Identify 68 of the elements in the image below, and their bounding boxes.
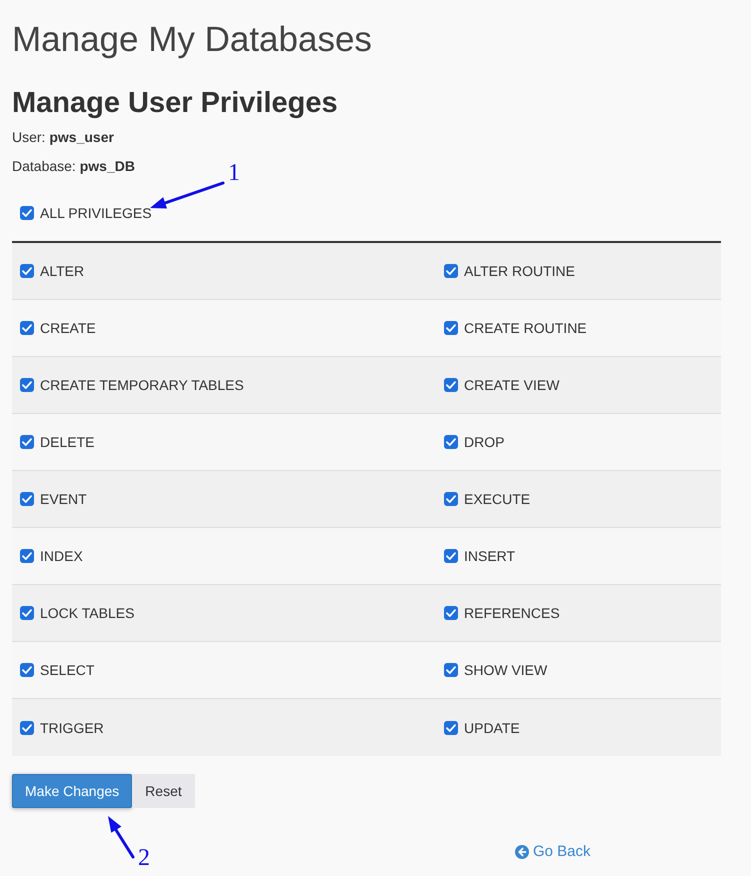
checkbox[interactable] [20, 378, 34, 392]
make-changes-button[interactable]: Make Changes [12, 774, 132, 808]
checkmark-icon [22, 609, 32, 617]
checkbox[interactable] [444, 378, 458, 392]
checkbox-label[interactable]: ALTER [40, 261, 84, 281]
annotation-number: 2 [138, 845, 150, 871]
annotation-number: 1 [228, 160, 240, 186]
checkbox[interactable] [444, 435, 458, 449]
checkbox-label[interactable]: SHOW VIEW [464, 660, 548, 680]
checkmark-icon [22, 267, 32, 275]
checkmark-icon [446, 552, 456, 560]
checkbox[interactable] [20, 549, 34, 563]
checkbox[interactable] [444, 549, 458, 563]
checkbox-label[interactable]: UPDATE [464, 718, 520, 738]
checkbox-label[interactable]: ALTER ROUTINE [464, 261, 575, 281]
checkbox-label[interactable]: CREATE ROUTINE [464, 318, 587, 338]
checkmark-icon [22, 209, 32, 217]
go-back-link[interactable]: Go Back [515, 842, 591, 862]
checkbox-label[interactable]: DELETE [40, 432, 94, 452]
checkbox[interactable] [20, 606, 34, 620]
checkbox-label[interactable]: REFERENCES [464, 603, 560, 623]
checkmark-icon [22, 324, 32, 332]
annotation-arrow [108, 816, 134, 858]
checkbox[interactable] [444, 321, 458, 335]
checkmark-icon [446, 381, 456, 389]
checkbox-label[interactable]: ALL PRIVILEGES [40, 203, 152, 223]
checkbox-label[interactable]: CREATE TEMPORARY TABLES [40, 375, 244, 395]
checkbox[interactable] [444, 663, 458, 677]
checkmark-icon [22, 666, 32, 674]
checkbox[interactable] [444, 606, 458, 620]
section-heading: Manage User Privileges [12, 86, 338, 120]
arrow-left-circle-icon [515, 845, 529, 859]
checkmark-icon [22, 724, 32, 732]
checkbox-label[interactable]: EVENT [40, 489, 87, 509]
checkmark-icon [22, 495, 32, 503]
checkbox-label[interactable]: TRIGGER [40, 718, 104, 738]
database-info: Database: pws_DB [12, 157, 135, 176]
checkmark-icon [22, 438, 32, 446]
checkbox-label[interactable]: CREATE [40, 318, 96, 338]
checkmark-icon [446, 495, 456, 503]
checkbox-label[interactable]: LOCK TABLES [40, 603, 134, 623]
checkbox[interactable] [20, 663, 34, 677]
checkmark-icon [446, 666, 456, 674]
user-info: User: pws_user [12, 128, 114, 147]
reset-button[interactable]: Reset [132, 774, 195, 808]
checkbox[interactable] [20, 435, 34, 449]
checkbox[interactable] [20, 492, 34, 506]
checkbox[interactable] [20, 264, 34, 278]
checkmark-icon [446, 324, 456, 332]
checkbox[interactable] [444, 492, 458, 506]
checkmark-icon [446, 267, 456, 275]
checkbox-label[interactable]: EXECUTE [464, 489, 530, 509]
checkmark-icon [446, 438, 456, 446]
checkbox[interactable] [444, 264, 458, 278]
checkmark-icon [446, 724, 456, 732]
checkbox-label[interactable]: SELECT [40, 660, 94, 680]
checkbox-label[interactable]: DROP [464, 432, 504, 452]
checkbox[interactable] [20, 321, 34, 335]
checkmark-icon [22, 381, 32, 389]
checkbox[interactable] [20, 720, 34, 734]
checkmark-icon [446, 609, 456, 617]
checkbox-label[interactable]: CREATE VIEW [464, 375, 560, 395]
checkbox-label[interactable]: INDEX [40, 546, 83, 566]
checkmark-icon [22, 552, 32, 560]
page-title: Manage My Databases [12, 19, 372, 61]
checkbox[interactable] [20, 206, 34, 220]
checkbox[interactable] [444, 720, 458, 734]
checkbox-label[interactable]: INSERT [464, 546, 516, 566]
